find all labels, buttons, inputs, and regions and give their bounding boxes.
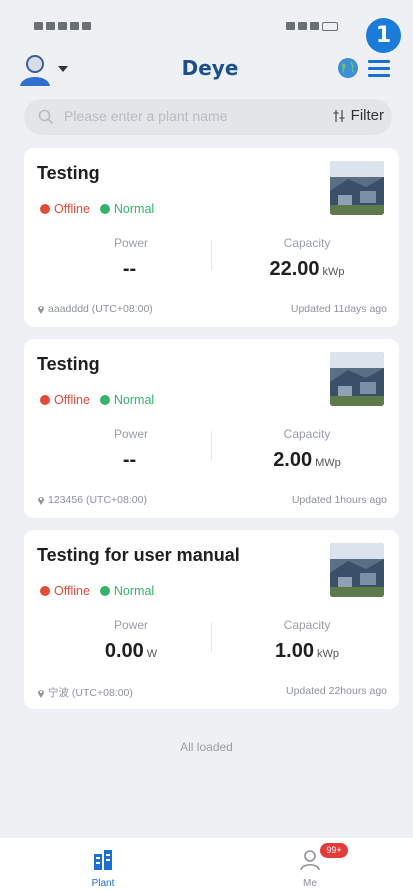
capacity-label: Capacity (283, 236, 331, 250)
eye-icon (286, 22, 295, 30)
vibrate-icon (298, 22, 307, 30)
search-bar[interactable]: Please enter a plant name Filter (24, 99, 392, 135)
battery-icon (322, 22, 338, 31)
account-switcher-button[interactable] (18, 52, 70, 88)
capacity-unit: kWp (322, 266, 345, 278)
power-label: Power (113, 618, 148, 632)
power-number: -- (122, 258, 137, 280)
filter-icon (333, 109, 345, 122)
updated-time: Updated 1hours ago (291, 494, 387, 506)
list-end-text: All loaded (180, 740, 233, 754)
offline-status: Offline (54, 584, 90, 598)
capacity-number: 2.00 (273, 449, 313, 471)
plant-card[interactable]: Testing Offline Normal Power -- Capacity… (24, 148, 399, 327)
capacity-value: 22.00 kWp (227, 258, 387, 281)
offline-status: Offline (54, 202, 90, 216)
plant-name: Testing for user manual (37, 545, 240, 565)
filter-button[interactable]: Filter (333, 107, 384, 124)
app-screen: 1 Deye Please enter a plant name Filter … (0, 0, 413, 891)
plant-status: Offline Normal (40, 584, 154, 598)
power-number: 0.00 (104, 640, 144, 662)
capacity-number: 22.00 (269, 258, 320, 280)
wifi-icon (58, 22, 67, 30)
location-text: 宁波 (UTC+08:00) (48, 687, 133, 699)
normal-status: Normal (113, 202, 155, 216)
tab-plant-label: Plant (91, 878, 115, 889)
offline-dot-icon (40, 586, 50, 596)
plant-building-icon (94, 850, 112, 870)
offline-dot-icon (40, 395, 50, 405)
bluetooth-icon (310, 22, 319, 30)
normal-dot-icon (99, 395, 110, 405)
search-icon (38, 109, 54, 125)
normal-status: Normal (113, 393, 155, 407)
list-menu-icon[interactable] (368, 58, 390, 78)
location-pin-icon (38, 497, 44, 505)
search-input[interactable]: Please enter a plant name (64, 108, 227, 124)
tab-me[interactable]: 99+ Me (207, 838, 413, 891)
normal-dot-icon (99, 204, 110, 214)
power-unit: W (146, 648, 158, 660)
status-icons-right (286, 22, 338, 31)
plant-card[interactable]: Testing for user manual Offline Normal P… (24, 530, 399, 709)
offline-status: Offline (54, 393, 90, 407)
plant-location: 123456 (UTC+08:00) (37, 494, 147, 506)
status-bar: 1 (0, 0, 413, 53)
power-value: 0.00 W (51, 640, 211, 663)
plant-thumbnail (330, 352, 384, 406)
annotation-marker: 1 (366, 18, 401, 53)
notification-badge: 99+ (320, 843, 348, 858)
app-icon (82, 22, 91, 30)
updated-time: Updated 11days ago (290, 303, 387, 315)
metric-divider (211, 240, 212, 270)
capacity-number: 1.00 (275, 640, 314, 662)
capacity-unit: MWp (315, 457, 341, 469)
location-text: 123456 (UTC+08:00) (48, 494, 147, 506)
signal-icon (46, 22, 55, 30)
capacity-label: Capacity (283, 618, 331, 632)
plant-status: Offline Normal (40, 393, 154, 407)
notification-icon (34, 22, 43, 30)
location-text: aaadddd (UTC+08:00) (48, 303, 153, 315)
chevron-down-icon (58, 66, 68, 72)
capacity-label: Capacity (283, 427, 331, 441)
globe-icon[interactable] (336, 56, 360, 80)
location-pin-icon (38, 306, 44, 314)
brand-logo: Deye (181, 56, 239, 80)
plant-thumbnail (330, 543, 384, 597)
tab-me-label: Me (303, 878, 317, 889)
plant-status: Offline Normal (40, 202, 154, 216)
capacity-unit: kWp (316, 648, 339, 660)
bottom-tab-bar: Plant 99+ Me (0, 838, 413, 891)
capacity-value: 1.00 kWp (227, 640, 387, 663)
plant-thumbnail (330, 161, 384, 215)
user-avatar-icon (20, 55, 50, 86)
status-icons-left (34, 22, 91, 30)
power-number: -- (122, 449, 137, 471)
normal-status: Normal (113, 584, 155, 598)
offline-dot-icon (40, 204, 50, 214)
power-label: Power (113, 427, 148, 441)
metric-divider (211, 431, 212, 461)
normal-dot-icon (99, 586, 110, 596)
filter-label: Filter (350, 107, 384, 124)
plant-name: Testing (37, 163, 100, 183)
plant-name: Testing (37, 354, 100, 374)
power-value: -- (51, 258, 211, 281)
tab-plant[interactable]: Plant (0, 838, 206, 891)
plant-location: 宁波 (UTC+08:00) (37, 685, 133, 700)
capacity-value: 2.00 MWp (227, 449, 387, 472)
plant-location: aaadddd (UTC+08:00) (37, 303, 153, 315)
updated-time: Updated 22hours ago (286, 685, 387, 697)
plant-card[interactable]: Testing Offline Normal Power -- Capacity… (24, 339, 399, 518)
app-icon (70, 22, 79, 30)
power-label: Power (113, 236, 148, 250)
metric-divider (211, 622, 212, 652)
top-header: Deye (0, 50, 413, 90)
power-value: -- (51, 449, 211, 472)
user-icon (300, 850, 320, 871)
location-pin-icon (38, 689, 44, 698)
